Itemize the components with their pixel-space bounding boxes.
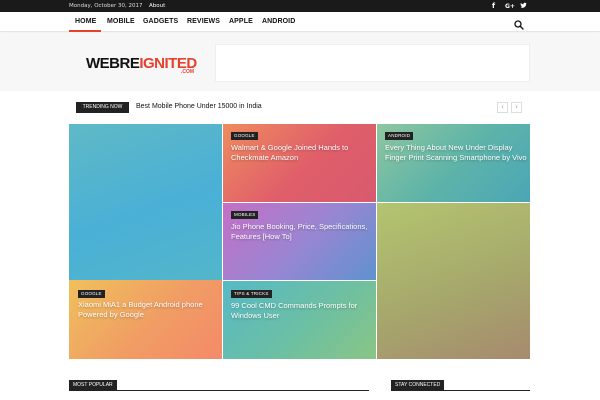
featured-post-blank[interactable]	[377, 203, 530, 359]
post-category-tag[interactable]: TIPS & TRICKS	[231, 290, 272, 298]
post-title[interactable]: Every Thing About New Under Display Fing…	[385, 143, 527, 162]
post-category-tag[interactable]: ANDROID	[385, 132, 414, 140]
search-icon[interactable]	[513, 16, 525, 30]
most-popular-label: MOST POPULAR	[69, 380, 117, 391]
logo-subtext: .COM	[181, 69, 195, 75]
twitter-icon[interactable]	[520, 2, 527, 11]
about-link[interactable]: About	[149, 3, 165, 9]
header-ad-banner[interactable]	[215, 44, 530, 82]
nav-active-indicator	[69, 30, 101, 32]
google-plus-icon[interactable]: G+	[505, 3, 515, 10]
stay-connected-label: STAY CONNECTED	[391, 380, 445, 391]
featured-post-walmart[interactable]: GOOGLE Walmart & Google Joined Hands to …	[223, 124, 376, 202]
post-title[interactable]: Jio Phone Booking, Price, Specifications…	[231, 222, 371, 241]
post-category-tag[interactable]: MOBILES	[231, 211, 259, 219]
nav-android[interactable]: ANDROID	[262, 18, 295, 25]
nav-home[interactable]: HOME	[75, 18, 96, 25]
post-category-tag[interactable]: GOOGLE	[231, 132, 258, 140]
featured-post-xiaomi[interactable]: GOOGLE Xiaomi MiA1 a Budget Android phon…	[69, 280, 222, 359]
site-header: WEBREIGNITED .COM	[0, 33, 600, 91]
top-bar: Monday, October 30, 2017 About f G+	[0, 0, 600, 12]
trending-next-button[interactable]: ›	[511, 102, 522, 113]
trending-label: TRENDING NOW	[76, 102, 129, 113]
main-nav: HOME MOBILE GADGETS REVIEWS APPLE ANDROI…	[0, 12, 600, 32]
featured-post-vivo[interactable]: ANDROID Every Thing About New Under Disp…	[377, 124, 530, 202]
nav-reviews[interactable]: REVIEWS	[187, 18, 220, 25]
most-popular-header: MOST POPULAR	[69, 380, 369, 391]
nav-apple[interactable]: APPLE	[229, 18, 253, 25]
current-date: Monday, October 30, 2017	[69, 3, 143, 9]
featured-post-jio[interactable]: MOBILES Jio Phone Booking, Price, Specif…	[223, 203, 376, 280]
post-title[interactable]: Walmart & Google Joined Hands to Checkma…	[231, 143, 371, 162]
nav-mobile[interactable]: MOBILE	[107, 18, 135, 25]
stay-connected-header: STAY CONNECTED	[391, 380, 530, 391]
facebook-icon[interactable]: f	[492, 2, 495, 10]
featured-post-cmd[interactable]: TIPS & TRICKS 99 Cool CMD Commands Promp…	[223, 281, 376, 359]
trending-headline[interactable]: Best Mobile Phone Under 15000 in India	[136, 103, 262, 110]
post-category-tag[interactable]: GOOGLE	[78, 290, 105, 298]
post-title[interactable]: 99 Cool CMD Commands Prompts for Windows…	[231, 301, 373, 320]
trending-prev-button[interactable]: ‹	[497, 102, 508, 113]
nav-gadgets[interactable]: GADGETS	[143, 18, 178, 25]
post-title[interactable]: Xiaomi MiA1 a Budget Android phone Power…	[78, 300, 218, 319]
